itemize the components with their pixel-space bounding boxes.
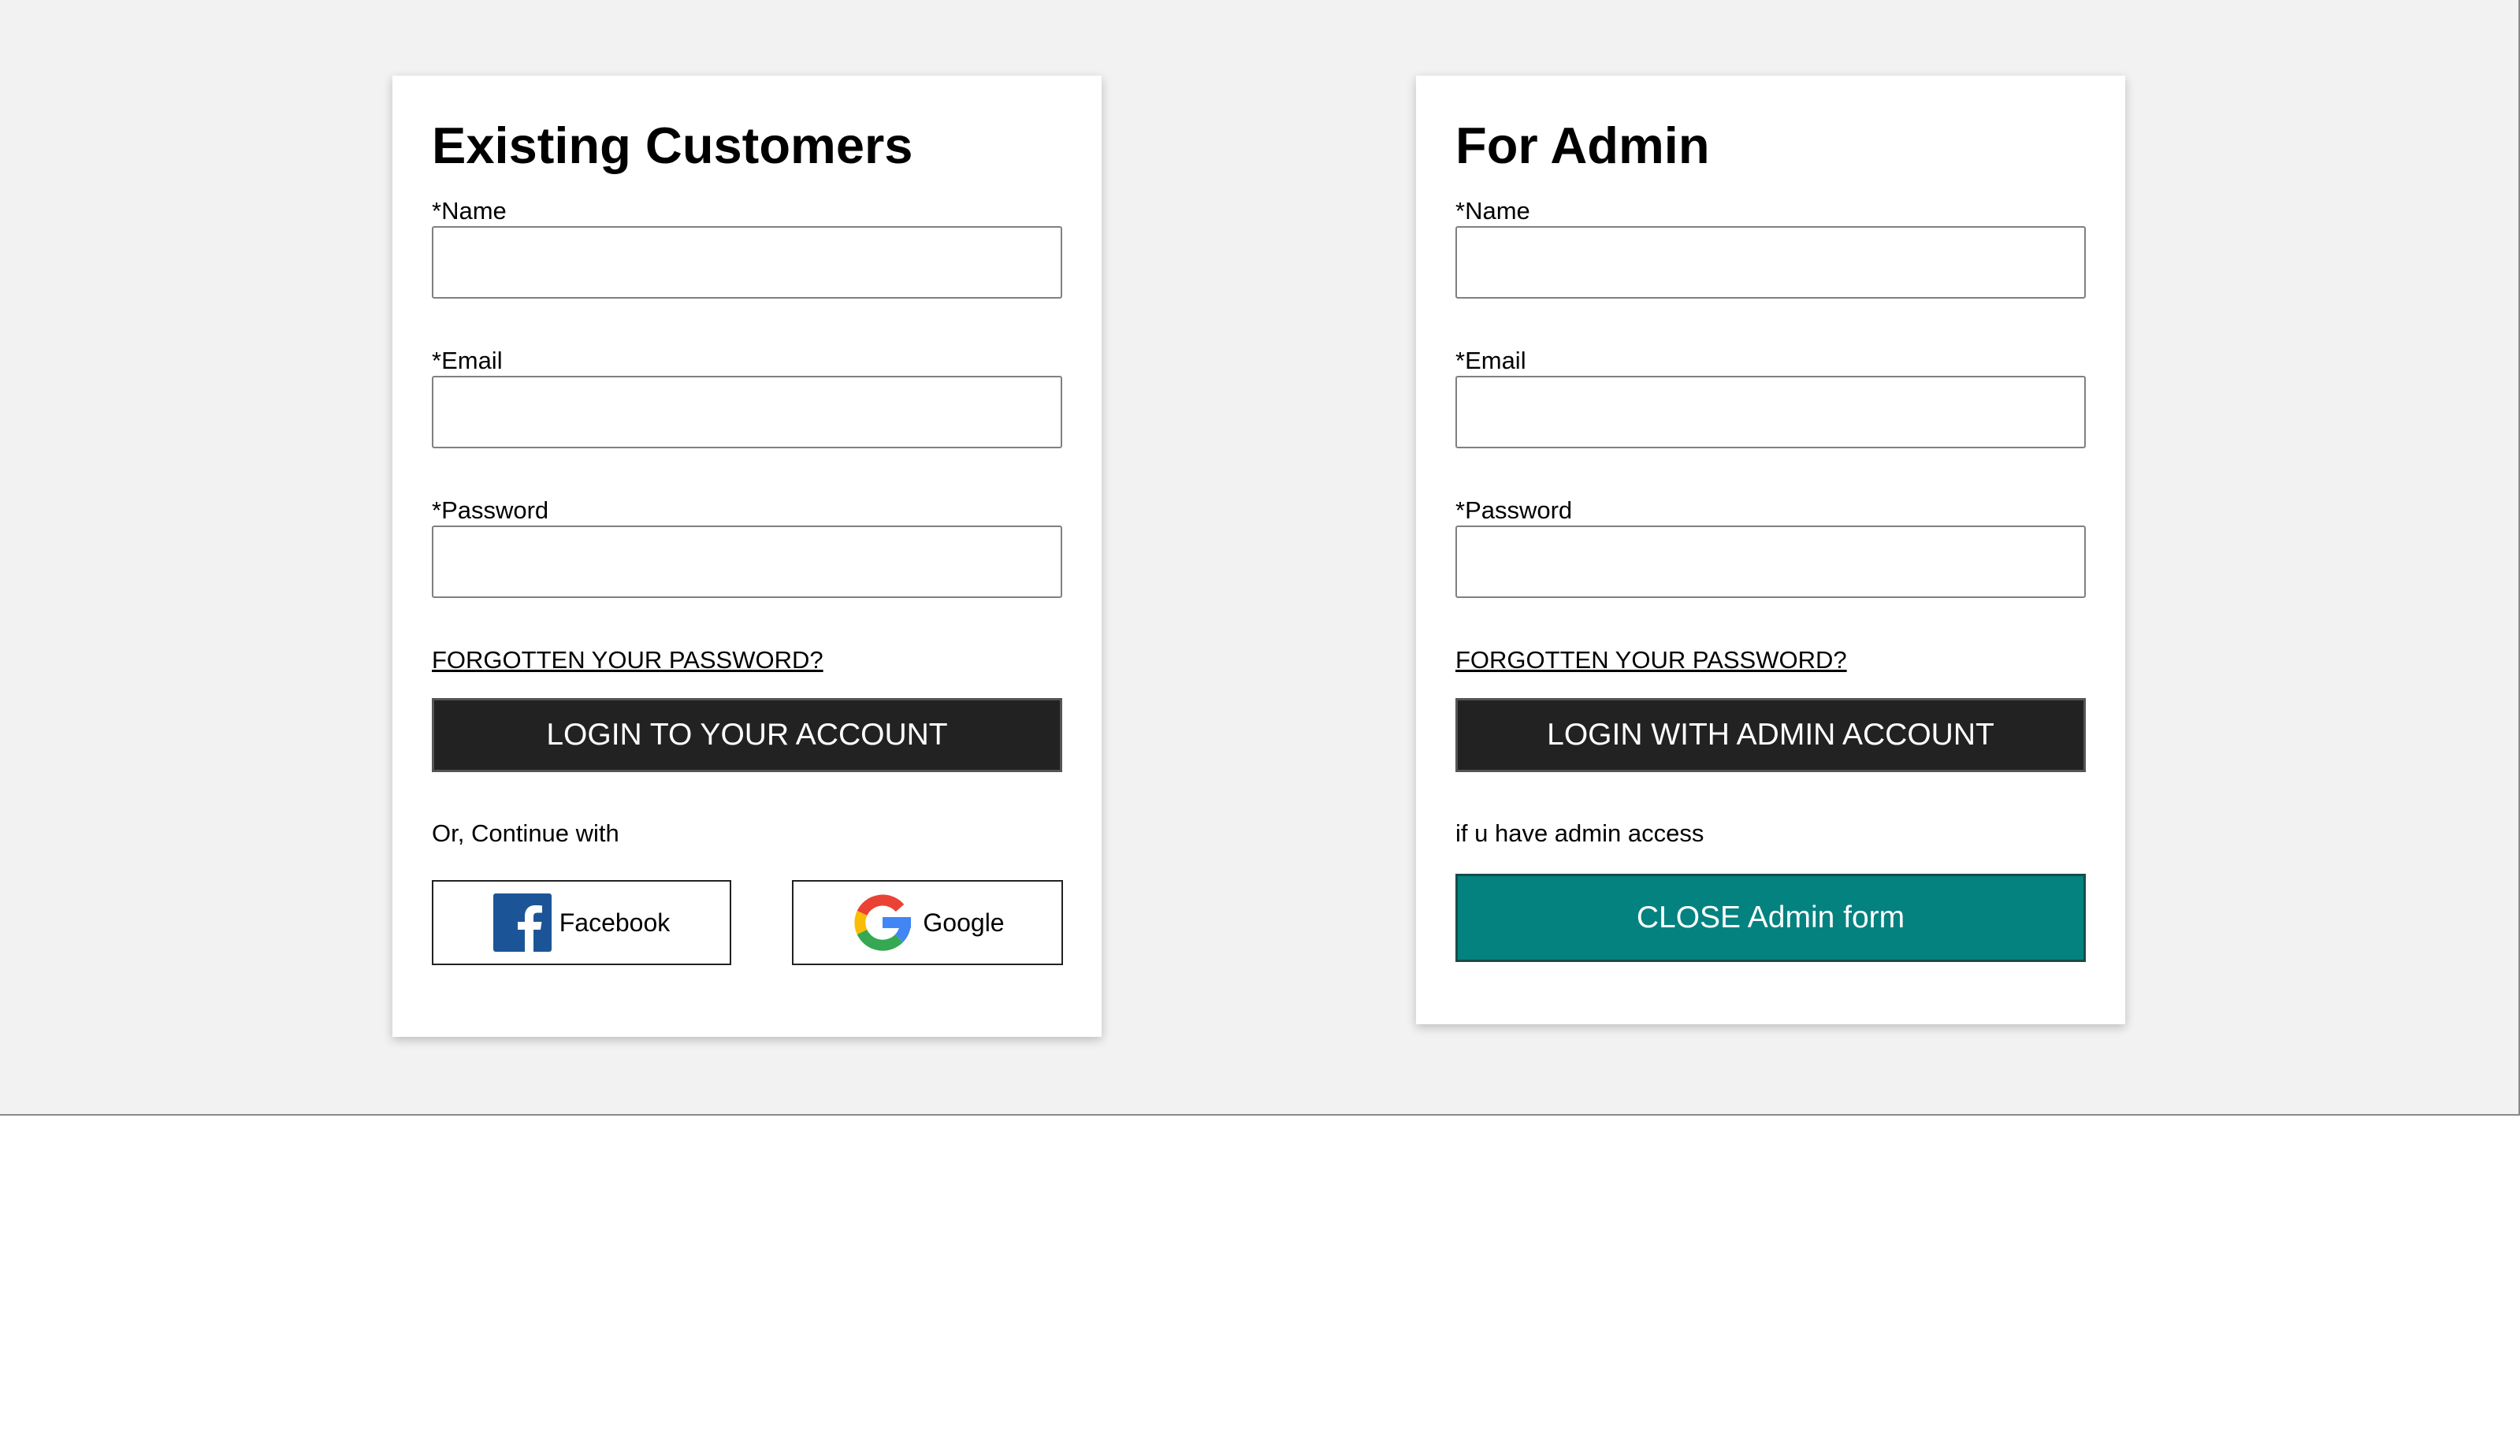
page-background: Existing Customers *Name *Email *Passwor…	[0, 0, 2520, 1116]
admin-name-input[interactable]	[1455, 226, 2086, 299]
facebook-label: Facebook	[559, 908, 671, 937]
google-login-button[interactable]: Google	[792, 880, 1063, 965]
admin-email-input[interactable]	[1455, 376, 2086, 448]
admin-password-label: *Password	[1455, 496, 1573, 524]
google-label: Google	[923, 908, 1005, 937]
customer-login-card: Existing Customers *Name *Email *Passwor…	[392, 76, 1102, 1037]
customer-forgot-password-link[interactable]: FORGOTTEN YOUR PASSWORD?	[432, 648, 823, 672]
google-icon	[850, 890, 915, 955]
customer-password-label: *Password	[432, 496, 549, 524]
customer-form-title: Existing Customers	[432, 117, 913, 174]
close-admin-form-button[interactable]: CLOSE Admin form	[1455, 874, 2086, 962]
continue-with-text: Or, Continue with	[432, 819, 619, 847]
admin-access-text: if u have admin access	[1455, 819, 1704, 847]
facebook-login-button[interactable]: Facebook	[432, 880, 731, 965]
customer-password-input[interactable]	[432, 526, 1062, 598]
customer-login-button[interactable]: LOGIN TO YOUR ACCOUNT	[432, 698, 1062, 772]
customer-email-label: *Email	[432, 347, 503, 374]
admin-login-button[interactable]: LOGIN WITH ADMIN ACCOUNT	[1455, 698, 2086, 772]
admin-email-label: *Email	[1455, 347, 1526, 374]
admin-form-title: For Admin	[1455, 117, 1710, 174]
admin-password-input[interactable]	[1455, 526, 2086, 598]
admin-name-label: *Name	[1455, 197, 1530, 225]
admin-login-card: For Admin *Name *Email *Password FORGOTT…	[1416, 76, 2125, 1024]
facebook-icon	[492, 893, 552, 952]
customer-name-label: *Name	[432, 197, 507, 225]
customer-name-input[interactable]	[432, 226, 1062, 299]
admin-forgot-password-link[interactable]: FORGOTTEN YOUR PASSWORD?	[1455, 648, 1847, 672]
customer-email-input[interactable]	[432, 376, 1062, 448]
